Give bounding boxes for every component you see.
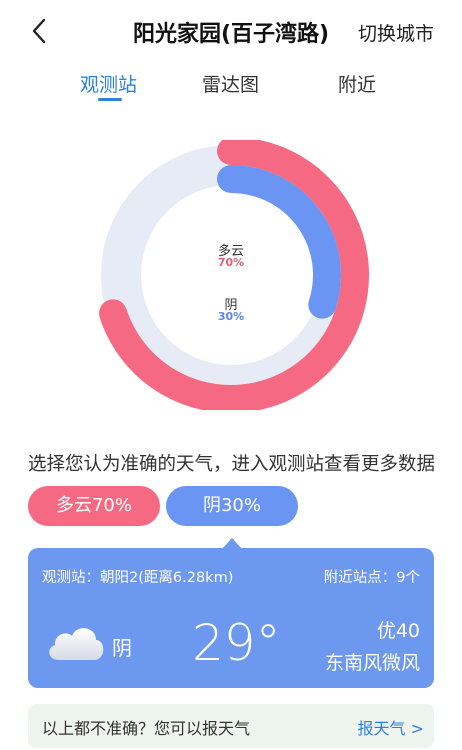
observation-card[interactable]: 观测站：朝阳2(距离6.28km) 附近站点：9个 阴 29° 优40 东南风微… (28, 548, 434, 688)
report-weather-link[interactable]: 报天气 > (358, 715, 425, 739)
selection-prompt: 选择您认为准确的天气，进入观测站查看更多数据 (28, 454, 436, 475)
nearby-stations[interactable]: 附近站点：9个 (324, 566, 420, 587)
weather-vote-chart: 多云 70% 阴 30% (92, 137, 370, 413)
cloud-icon (44, 618, 108, 666)
center-value-cloudy: 70% (217, 256, 245, 269)
choice-overcast-button[interactable]: 阴30% (166, 486, 298, 526)
tab-bar: 观测站 雷达图 附近 (0, 62, 462, 106)
switch-city-button[interactable]: 切换城市 (358, 19, 434, 46)
tab-nearby[interactable]: 附近 (338, 70, 376, 97)
tab-radar[interactable]: 雷达图 (202, 70, 259, 97)
tab-station[interactable]: 观测站 (80, 70, 137, 97)
top-bar: 阳光家园(百子湾路) 切换城市 (0, 0, 462, 62)
choice-cloudy-button[interactable]: 多云70% (28, 486, 160, 526)
report-weather-bar: 以上都不准确？您可以报天气 报天气 > (28, 704, 434, 748)
station-info: 观测站：朝阳2(距离6.28km) (42, 570, 234, 586)
temperature: 29° (192, 614, 281, 672)
center-value-overcast: 30% (217, 310, 245, 323)
weather-condition: 阴 (112, 636, 132, 660)
active-tab-indicator (98, 98, 122, 101)
air-quality: 优40 (376, 620, 420, 642)
report-question: 以上都不准确？您可以报天气 (42, 719, 251, 738)
donut-chart-svg (99, 137, 369, 413)
wind-info: 东南风微风 (324, 652, 420, 674)
